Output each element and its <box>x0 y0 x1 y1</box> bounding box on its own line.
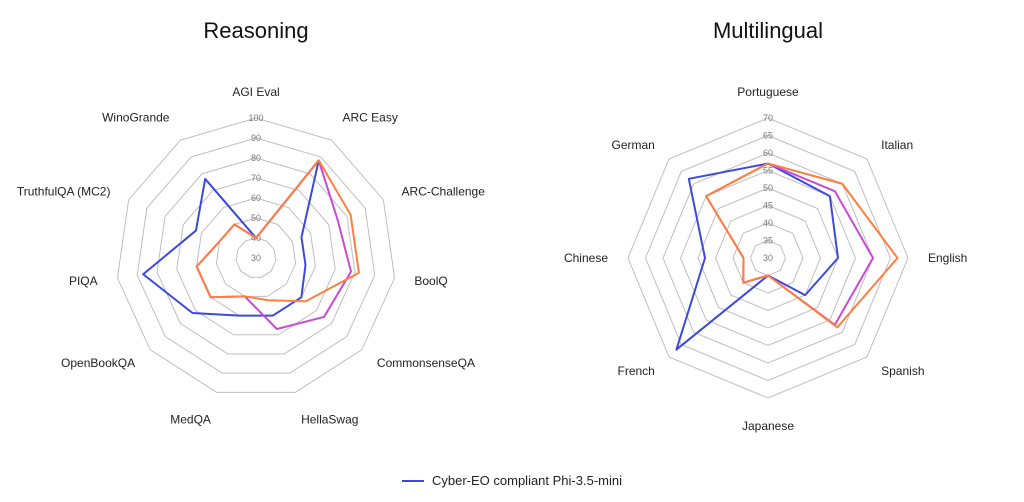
svg-text:German: German <box>612 138 655 152</box>
multilingual-radar-svg: 30 35 40 45 50 55 60 65 70 Portuguese Italian Engli… <box>528 52 1008 452</box>
svg-text:English: English <box>928 251 967 265</box>
svg-text:55: 55 <box>763 166 773 176</box>
svg-text:35: 35 <box>763 236 773 246</box>
svg-text:Spanish: Spanish <box>881 364 924 378</box>
svg-text:60: 60 <box>251 193 261 203</box>
svg-text:WinoGrande: WinoGrande <box>102 110 170 124</box>
svg-text:MedQA: MedQA <box>170 413 211 427</box>
svg-text:70: 70 <box>763 113 773 123</box>
multilingual-chart: Multilingual 30 35 40 45 50 55 60 65 70 Portugues… <box>528 18 1008 452</box>
reasoning-chart: Reasoning 30405060708090100AGI EvalARC E… <box>16 18 496 452</box>
svg-text:80: 80 <box>251 153 261 163</box>
svg-text:AGI Eval: AGI Eval <box>232 85 279 99</box>
svg-text:40: 40 <box>763 218 773 228</box>
svg-text:HellaSwag: HellaSwag <box>301 413 358 427</box>
svg-text:ARC Easy: ARC Easy <box>343 110 398 124</box>
svg-text:Chinese: Chinese <box>564 251 608 265</box>
svg-text:TruthfulQA (MC2): TruthfulQA (MC2) <box>17 185 111 199</box>
svg-text:65: 65 <box>763 131 773 141</box>
svg-text:French: French <box>618 364 655 378</box>
reasoning-radar-svg: 30405060708090100AGI EvalARC EasyARC-Cha… <box>16 52 496 452</box>
page: Reasoning 30 40 50 60 70 80 90 100 AGI Eval ARC E… <box>0 0 1024 502</box>
svg-text:30: 30 <box>763 253 773 263</box>
legend: Cyber-EO compliant Phi-3.5-mini <box>0 473 1024 502</box>
svg-text:Portuguese: Portuguese <box>737 85 799 99</box>
svg-text:30: 30 <box>251 253 261 263</box>
svg-text:45: 45 <box>763 201 773 211</box>
multilingual-title: Multilingual <box>713 18 823 44</box>
charts-row: Reasoning 30 40 50 60 70 80 90 100 AGI Eval ARC E… <box>0 0 1024 473</box>
svg-text:PIQA: PIQA <box>69 274 98 288</box>
svg-text:OpenBookQA: OpenBookQA <box>61 356 135 370</box>
reasoning-title: Reasoning <box>203 18 308 44</box>
svg-text:CommonsenseQA: CommonsenseQA <box>377 356 475 370</box>
svg-text:90: 90 <box>251 133 261 143</box>
svg-text:Italian: Italian <box>881 138 913 152</box>
svg-text:50: 50 <box>251 213 261 223</box>
svg-text:BoolQ: BoolQ <box>414 274 447 288</box>
svg-text:ARC-Challenge: ARC-Challenge <box>402 185 486 199</box>
svg-text:60: 60 <box>763 148 773 158</box>
svg-text:Japanese: Japanese <box>742 419 794 433</box>
svg-text:70: 70 <box>251 173 261 183</box>
legend-label: Cyber-EO compliant Phi-3.5-mini <box>432 473 622 488</box>
svg-text:50: 50 <box>763 183 773 193</box>
legend-swatch <box>402 480 424 482</box>
svg-text:100: 100 <box>248 113 263 123</box>
